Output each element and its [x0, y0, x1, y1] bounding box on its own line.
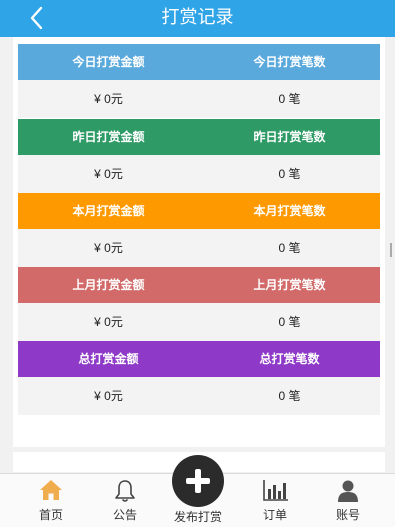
tab-label: 账号: [335, 508, 360, 522]
section-header: 本月打赏金额 本月打赏笔数: [18, 193, 380, 229]
count-value: 0 笔: [278, 167, 301, 181]
amount-label: 总打赏金额: [78, 352, 139, 366]
amount-value: ¥ 0元: [94, 167, 123, 181]
bell-icon: [115, 480, 135, 502]
today-section: 今日打赏金额 今日打赏笔数 ¥ 0元 0 笔: [18, 44, 380, 118]
tab-label: 订单: [262, 508, 287, 522]
total-section: 总打赏金额 总打赏笔数 ¥ 0元 0 笔: [18, 341, 380, 415]
amount-label: 昨日打赏金额: [72, 130, 145, 144]
count-label: 上月打赏笔数: [253, 278, 326, 292]
count-label: 今日打赏笔数: [253, 55, 326, 69]
count-value: 0 笔: [278, 92, 301, 106]
tab-label: 公告: [112, 508, 137, 522]
section-values: ¥ 0元 0 笔: [18, 377, 380, 415]
count-label: 昨日打赏笔数: [253, 130, 326, 144]
tab-account[interactable]: 账号: [313, 474, 383, 527]
count-value: 0 笔: [278, 241, 301, 255]
count-label: 总打赏笔数: [259, 352, 320, 366]
stats-panel: 今日打赏金额 今日打赏笔数 ¥ 0元 0 笔 昨日打赏金额 昨日打赏笔数 ¥ 0…: [13, 37, 385, 447]
count-value: 0 笔: [278, 389, 301, 403]
amount-value: ¥ 0元: [94, 241, 123, 255]
tab-notice[interactable]: 公告: [90, 474, 160, 527]
publish-label[interactable]: 发布打赏: [160, 508, 236, 525]
amount-label: 本月打赏金额: [72, 204, 145, 218]
tab-orders[interactable]: 订单: [240, 474, 310, 527]
home-icon: [40, 480, 62, 500]
amount-value: ¥ 0元: [94, 92, 123, 106]
section-values: ¥ 0元 0 笔: [18, 155, 380, 193]
section-header: 上月打赏金额 上月打赏笔数: [18, 267, 380, 303]
section-header: 今日打赏金额 今日打赏笔数: [18, 44, 380, 80]
section-values: ¥ 0元 0 笔: [18, 80, 380, 118]
amount-value: ¥ 0元: [94, 389, 123, 403]
user-icon: [338, 480, 358, 502]
count-label: 本月打赏笔数: [253, 204, 326, 218]
section-header: 总打赏金额 总打赏笔数: [18, 341, 380, 377]
scrollbar[interactable]: [390, 243, 392, 257]
yesterday-section: 昨日打赏金额 昨日打赏笔数 ¥ 0元 0 笔: [18, 119, 380, 193]
bar-chart-icon: [263, 480, 288, 501]
section-header: 昨日打赏金额 昨日打赏笔数: [18, 119, 380, 155]
tab-label: 首页: [38, 508, 63, 522]
amount-label: 上月打赏金额: [72, 278, 145, 292]
publish-button[interactable]: [172, 455, 224, 507]
plus-icon: [186, 469, 210, 493]
amount-value: ¥ 0元: [94, 315, 123, 329]
amount-label: 今日打赏金额: [72, 55, 145, 69]
app-header: 打赏记录: [0, 0, 395, 37]
last-month-section: 上月打赏金额 上月打赏笔数 ¥ 0元 0 笔: [18, 267, 380, 341]
tab-home[interactable]: 首页: [16, 474, 86, 527]
section-values: ¥ 0元 0 笔: [18, 303, 380, 341]
month-section: 本月打赏金额 本月打赏笔数 ¥ 0元 0 笔: [18, 193, 380, 267]
count-value: 0 笔: [278, 315, 301, 329]
page-title: 打赏记录: [161, 7, 234, 27]
section-values: ¥ 0元 0 笔: [18, 229, 380, 267]
